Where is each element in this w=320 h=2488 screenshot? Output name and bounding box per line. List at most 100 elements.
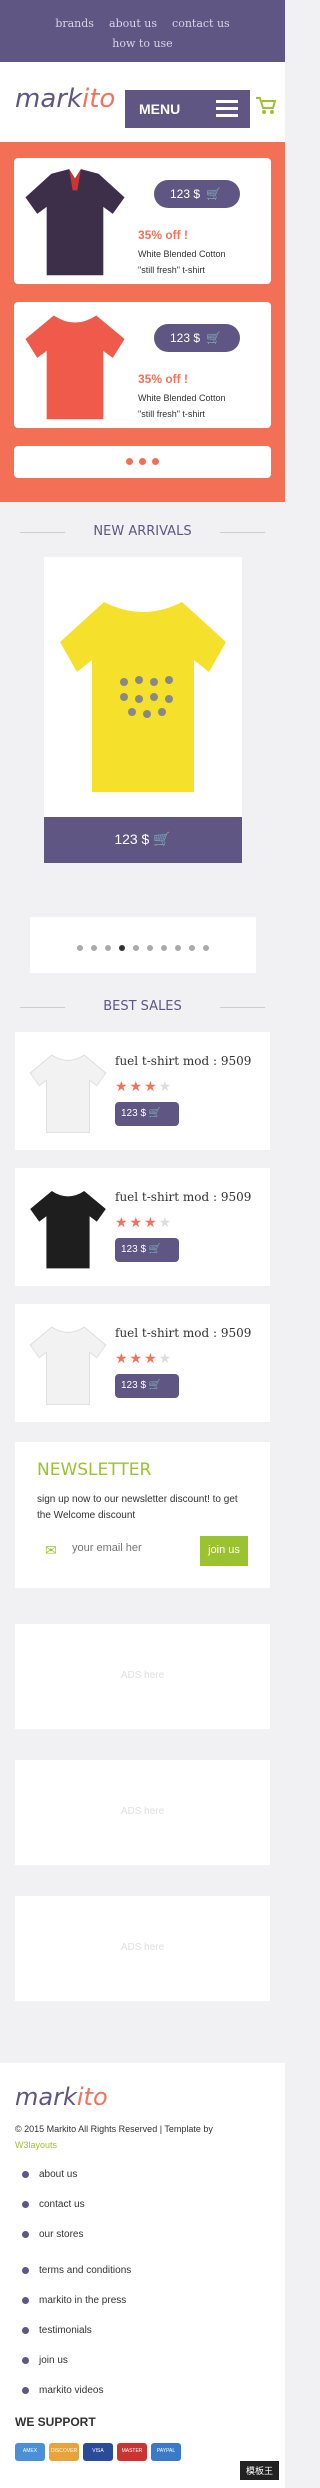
best-sale-item[interactable]: fuel t-shirt mod : 9509 ★★★★ 123 $ 🛒	[15, 1032, 270, 1150]
rating-stars: ★★★★	[115, 1350, 174, 1366]
pager-dot[interactable]	[174, 945, 181, 951]
rating-stars: ★★★★	[115, 1214, 174, 1230]
menu-label: MENU	[139, 101, 181, 117]
footer-links: terms and conditions markito in the pres…	[15, 2265, 270, 2415]
promo-card[interactable]: 123 $ 🛒 35% off ! White Blended Cotton "st…	[14, 158, 271, 284]
price-label: 123 $	[121, 1380, 147, 1391]
cart-icon: 🛒	[206, 187, 221, 201]
white-tshirt-image	[29, 1326, 107, 1405]
price-label: 123 $	[121, 1244, 147, 1255]
site-header: markito MENU	[0, 62, 285, 142]
ad-slot[interactable]: ADS here	[15, 1896, 270, 2001]
footer-link[interactable]: our stores	[15, 2229, 270, 2259]
carousel-dots	[14, 446, 271, 478]
footer-link[interactable]: join us	[15, 2355, 270, 2385]
yellow-tshirt-image	[59, 602, 226, 792]
section-title-best-sales: BEST SALES	[0, 999, 285, 1014]
footer-logo[interactable]: markito	[15, 2083, 270, 2111]
pager-dot[interactable]	[160, 945, 167, 951]
footer-link[interactable]: testimonials	[15, 2325, 270, 2355]
newsletter-title: NEWSLETTER	[37, 1460, 152, 1480]
footer-links: about us contact us our stores	[15, 2169, 270, 2259]
nav-link-about-us[interactable]: about us	[109, 17, 157, 30]
product-description: White Blended Cotton "still fresh" t-shir…	[138, 390, 278, 422]
price-label: 123 $	[170, 187, 201, 201]
discover-icon: DISCOVER	[49, 2443, 79, 2461]
author-link[interactable]: W3layouts	[15, 2140, 57, 2150]
desc-line2: "still fresh" t-shirt	[138, 409, 205, 419]
logo-text-accent: ito	[82, 84, 116, 114]
menu-button[interactable]: MENU	[125, 90, 250, 128]
add-to-cart-button[interactable]: 123 $ 🛒	[43, 817, 242, 863]
product-name[interactable]: fuel t-shirt mod : 9509	[115, 1054, 251, 1068]
pager-dot-active[interactable]	[118, 945, 125, 951]
price-label: 123 $	[170, 331, 201, 345]
site-footer: markito © 2015 Markito All Rights Reserv…	[0, 2063, 285, 2488]
top-navigation: brands about us contact us how to use	[0, 0, 285, 62]
payment-cards: AMEX DISCOVER VISA MASTER PAYPAL	[15, 2443, 270, 2461]
black-tshirt-image	[30, 1191, 106, 1269]
carousel-dot[interactable]	[139, 458, 146, 465]
nav-link-how-to-use[interactable]: how to use	[112, 37, 172, 50]
price-button[interactable]: 123 $ 🛒	[154, 180, 240, 208]
paypal-icon: PAYPAL	[151, 2443, 181, 2461]
pager-dot[interactable]	[146, 945, 153, 951]
logo-text-main: mark	[15, 2083, 77, 2111]
envelope-icon: ✉	[45, 1542, 57, 1558]
desc-line1: White Blended Cotton	[138, 249, 226, 259]
price-label: 123 $	[114, 831, 150, 847]
desc-line2: "still fresh" t-shirt	[138, 265, 205, 275]
cart-icon[interactable]	[255, 96, 277, 116]
nav-link-brands[interactable]: brands	[55, 17, 94, 30]
logo-text-accent: ito	[76, 2083, 108, 2111]
pager-dot[interactable]	[132, 945, 139, 951]
promo-section: 123 $ 🛒 35% off ! White Blended Cotton "st…	[0, 142, 285, 502]
hamburger-icon	[216, 100, 238, 121]
best-sale-item[interactable]: fuel t-shirt mod : 9509 ★★★★ 123 $ 🛒	[15, 1168, 270, 1286]
white-tshirt-image	[29, 1054, 107, 1133]
footer-link[interactable]: terms and conditions	[15, 2265, 270, 2295]
footer-link[interactable]: about us	[15, 2169, 270, 2199]
promo-card[interactable]: 123 $ 🛒 35% off ! White Blended Cotton "st…	[14, 302, 271, 428]
discount-label: 35% off !	[138, 372, 189, 386]
new-arrival-card[interactable]: 123 $ 🛒	[43, 557, 242, 863]
email-input[interactable]	[72, 1542, 192, 1554]
carousel-dot[interactable]	[152, 458, 159, 465]
footer-link[interactable]: markito in the press	[15, 2295, 270, 2325]
cart-icon: 🛒	[206, 331, 221, 345]
cart-icon: 🛒	[153, 831, 171, 847]
price-button[interactable]: 123 $ 🛒	[115, 1102, 179, 1126]
price-button[interactable]: 123 $ 🛒	[115, 1374, 179, 1398]
copyright: © 2015 Markito All Rights Reserved | Tem…	[15, 2121, 270, 2153]
footer-link[interactable]: markito videos	[15, 2385, 270, 2415]
footer-link[interactable]: contact us	[15, 2199, 270, 2229]
logo-text-main: mark	[15, 84, 83, 114]
pager-dot[interactable]	[202, 945, 209, 951]
site-logo[interactable]: markito	[15, 84, 115, 114]
copyright-text: © 2015 Markito All Rights Reserved | Tem…	[15, 2124, 213, 2134]
product-description: White Blended Cotton "still fresh" t-shir…	[138, 246, 278, 278]
newsletter-box: NEWSLETTER sign up now to our newsletter…	[15, 1442, 270, 1588]
rating-stars: ★★★★	[115, 1078, 174, 1094]
nav-link-contact-us[interactable]: contact us	[172, 17, 230, 30]
ad-slot[interactable]: ADS here	[15, 1624, 270, 1729]
pager-dot[interactable]	[188, 945, 195, 951]
carousel-dot[interactable]	[126, 458, 133, 465]
product-name[interactable]: fuel t-shirt mod : 9509	[115, 1190, 251, 1204]
discount-label: 35% off !	[138, 228, 189, 242]
price-button[interactable]: 123 $ 🛒	[154, 324, 240, 352]
join-us-button[interactable]: join us	[200, 1536, 248, 1566]
ad-slot[interactable]: ADS here	[15, 1760, 270, 1865]
polo-shirt-image	[25, 169, 125, 276]
pager-dot[interactable]	[104, 945, 111, 951]
tshirt-image	[25, 315, 125, 420]
pager-dot[interactable]	[76, 945, 83, 951]
watermark: 模板王	[239, 2461, 279, 2480]
newsletter-text: sign up now to our newsletter discount! …	[37, 1494, 238, 1521]
best-sale-item[interactable]: fuel t-shirt mod : 9509 ★★★★ 123 $ 🛒	[15, 1304, 270, 1422]
price-button[interactable]: 123 $ 🛒	[115, 1238, 179, 1262]
newsletter-form: ✉ join us	[37, 1536, 248, 1566]
product-name[interactable]: fuel t-shirt mod : 9509	[115, 1326, 251, 1340]
pager-dot[interactable]	[90, 945, 97, 951]
mastercard-icon: MASTER	[117, 2443, 147, 2461]
